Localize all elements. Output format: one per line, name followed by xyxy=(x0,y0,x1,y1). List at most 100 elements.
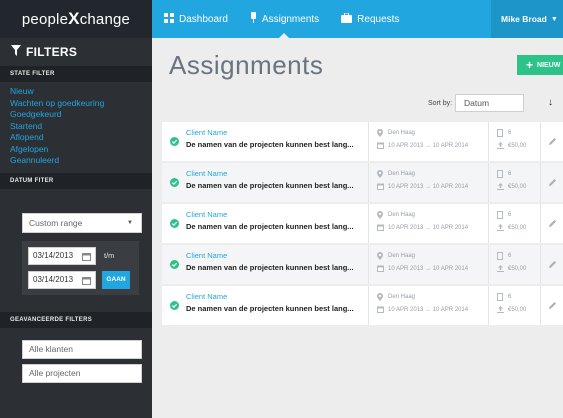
brand-logo[interactable]: people Xchange xyxy=(0,0,152,38)
location-line: Den Haag xyxy=(377,290,488,303)
state-filter-nieuw[interactable]: Nieuw xyxy=(10,86,152,98)
state-filter-wachten[interactable]: Wachten op goedkeuring xyxy=(10,98,152,110)
location-text: Den Haag xyxy=(388,252,416,259)
map-marker-icon xyxy=(377,210,388,219)
assignment-row[interactable]: Client Name De namen van de projecten ku… xyxy=(162,204,563,243)
nav-label-requests: Requests xyxy=(357,13,400,25)
assignment-row[interactable]: Client Name De namen van de projecten ku… xyxy=(162,286,563,325)
date-range-value: Custom range xyxy=(29,217,83,228)
edit-button[interactable] xyxy=(540,245,563,284)
briefcase-icon xyxy=(341,12,353,26)
state-filter-heading: STATE FILTER xyxy=(0,66,152,82)
date-from-value: 03/14/2013 xyxy=(33,251,74,260)
project-name: De namen van de projecten kunnen best la… xyxy=(186,181,354,190)
dates-line: 10 APR 2013 → 10 APR 2014 xyxy=(377,221,488,234)
assignment-location: Den Haag 10 APR 2013 → 10 APR 2014 xyxy=(368,204,488,243)
go-button[interactable]: GAAN xyxy=(102,270,130,289)
dates-text: 10 APR 2013 → 10 APR 2014 xyxy=(388,142,469,149)
dates-line: 10 APR 2013 → 10 APR 2014 xyxy=(377,262,488,275)
client-name-link[interactable]: Client Name xyxy=(186,169,368,178)
map-marker-icon xyxy=(377,251,388,260)
amount-text: €50,00 xyxy=(508,306,527,313)
edit-button[interactable] xyxy=(540,286,563,325)
state-filter-geannuleerd[interactable]: Geannuleerd xyxy=(10,155,152,167)
advanced-filters: Alle klanten Alle projecten xyxy=(0,328,152,383)
location-text: Den Haag xyxy=(388,211,416,218)
check-icon xyxy=(162,286,186,325)
assignment-row[interactable]: Client Name De namen van de projecten ku… xyxy=(162,245,563,284)
client-name-link[interactable]: Client Name xyxy=(186,251,368,260)
top-navigation: people Xchange Dashboard Assignments Requ… xyxy=(0,0,563,38)
nav-item-requests[interactable]: Requests xyxy=(329,0,409,38)
date-to-input[interactable]: 03/14/2013 xyxy=(28,270,96,289)
pencil-icon xyxy=(548,256,557,274)
amount-text: €50,00 xyxy=(508,265,527,272)
edit-button[interactable] xyxy=(540,204,563,243)
state-filter-goedgekeurd[interactable]: Goedgekeurd xyxy=(10,109,152,121)
calendar-icon xyxy=(377,306,388,313)
advanced-filters-heading: GEAVANCEERDE FILTERS xyxy=(0,311,152,328)
upload-icon xyxy=(497,224,508,231)
main-nav: Dashboard Assignments Requests Mike Broa… xyxy=(152,0,563,38)
date-from-input[interactable]: 03/14/2013 xyxy=(28,246,96,265)
count-text: 6 xyxy=(508,129,512,136)
amount-text: €50,00 xyxy=(508,183,527,190)
document-icon xyxy=(497,292,508,301)
amount-text: €50,00 xyxy=(508,142,527,149)
date-filter-heading: DATUM FITER xyxy=(0,172,152,189)
check-icon xyxy=(162,204,186,243)
state-filter-list: Nieuw Wachten op goedkeuring Goedgekeurd… xyxy=(0,82,152,173)
upload-icon xyxy=(497,306,508,313)
brand-right: change xyxy=(79,10,131,28)
page-title: Assignments xyxy=(169,50,324,80)
pencil-icon xyxy=(548,297,557,315)
state-filter-aflopend[interactable]: Aflopend xyxy=(10,132,152,144)
date-to-row: 03/14/2013 GAAN xyxy=(28,270,133,289)
user-menu[interactable]: Mike Broad ▼ xyxy=(491,0,563,38)
clients-filter-input[interactable]: Alle klanten xyxy=(22,339,142,359)
state-filter-afgelopen[interactable]: Afgelopen xyxy=(10,144,152,156)
assignment-row[interactable]: Client Name De namen van de projecten ku… xyxy=(162,122,563,161)
dates-text: 10 APR 2013 → 10 APR 2014 xyxy=(388,183,469,190)
count-line: 6 xyxy=(497,167,540,180)
state-filter-startend[interactable]: Startend xyxy=(10,121,152,133)
edit-button[interactable] xyxy=(540,163,563,202)
count-text: 6 xyxy=(508,252,512,259)
user-name: Mike Broad xyxy=(501,14,547,24)
new-assignment-button[interactable]: + NIEUW xyxy=(517,55,563,75)
pencil-icon xyxy=(548,133,557,151)
amount-line: €50,00 xyxy=(497,180,540,193)
edit-button[interactable] xyxy=(540,122,563,161)
sort-label: Sort by: xyxy=(428,100,453,107)
assignment-row[interactable]: Client Name De namen van de projecten ku… xyxy=(162,163,563,202)
client-name-link[interactable]: Client Name xyxy=(186,210,368,219)
amount-line: €50,00 xyxy=(497,139,540,152)
count-line: 6 xyxy=(497,249,540,262)
date-range-select[interactable]: Custom range ▼ xyxy=(22,212,142,233)
assignment-location: Den Haag 10 APR 2013 → 10 APR 2014 xyxy=(368,286,488,325)
check-icon xyxy=(162,245,186,284)
assignment-info: Client Name De namen van de projecten ku… xyxy=(186,245,368,284)
amount-line: €50,00 xyxy=(497,221,540,234)
date-to-value: 03/14/2013 xyxy=(33,275,74,284)
assignment-list: Client Name De namen van de projecten ku… xyxy=(162,122,563,327)
location-line: Den Haag xyxy=(377,249,488,262)
nav-item-assignments[interactable]: Assignments xyxy=(238,0,329,38)
calendar-icon xyxy=(377,265,388,272)
assignment-stats: 6 €50,00 xyxy=(488,245,540,284)
nav-item-dashboard[interactable]: Dashboard xyxy=(152,0,238,38)
projects-filter-input[interactable]: Alle projecten xyxy=(22,363,142,383)
project-name: De namen van de projecten kunnen best la… xyxy=(186,263,354,272)
location-text: Den Haag xyxy=(388,129,416,136)
assignment-info: Client Name De namen van de projecten ku… xyxy=(186,286,368,325)
upload-icon xyxy=(497,183,508,190)
sort-select[interactable]: Datum xyxy=(455,94,524,112)
nav-label-dashboard: Dashboard xyxy=(179,13,228,25)
check-icon xyxy=(162,163,186,202)
pencil-icon xyxy=(548,215,557,233)
client-name-link[interactable]: Client Name xyxy=(186,292,368,301)
amount-text: €50,00 xyxy=(508,224,527,231)
client-name-link[interactable]: Client Name xyxy=(186,128,368,137)
map-marker-icon xyxy=(377,169,388,178)
sort-direction-icon[interactable]: ↓ xyxy=(548,97,553,108)
